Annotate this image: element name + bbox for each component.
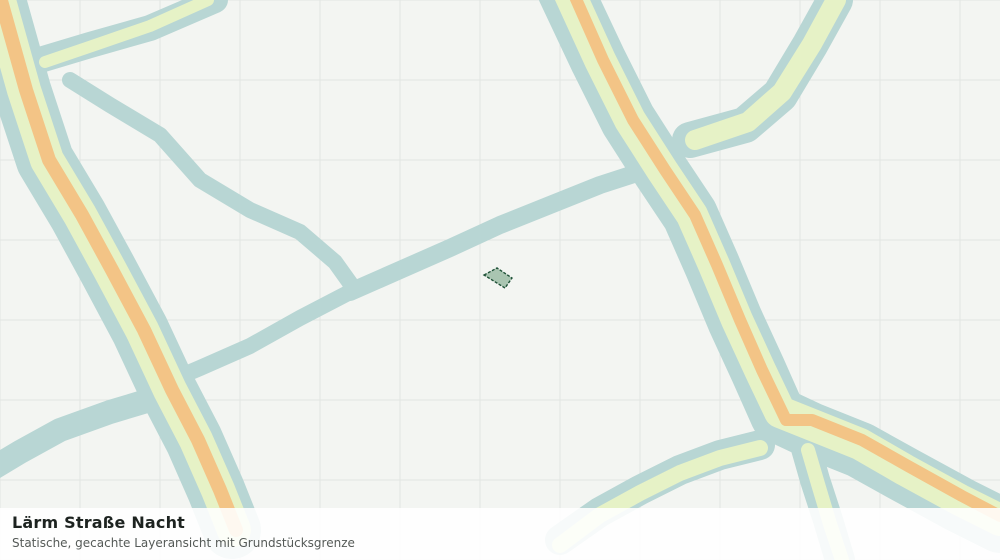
map-caption: Lärm Straße Nacht Statische, gecachte La… [0,508,1000,560]
map-title: Lärm Straße Nacht [12,513,186,532]
map-view[interactable]: Lärm Straße Nacht Statische, gecachte La… [0,0,1000,560]
map-canvas[interactable] [0,0,1000,560]
map-subtitle: Statische, gecachte Layeransicht mit Gru… [12,536,355,550]
